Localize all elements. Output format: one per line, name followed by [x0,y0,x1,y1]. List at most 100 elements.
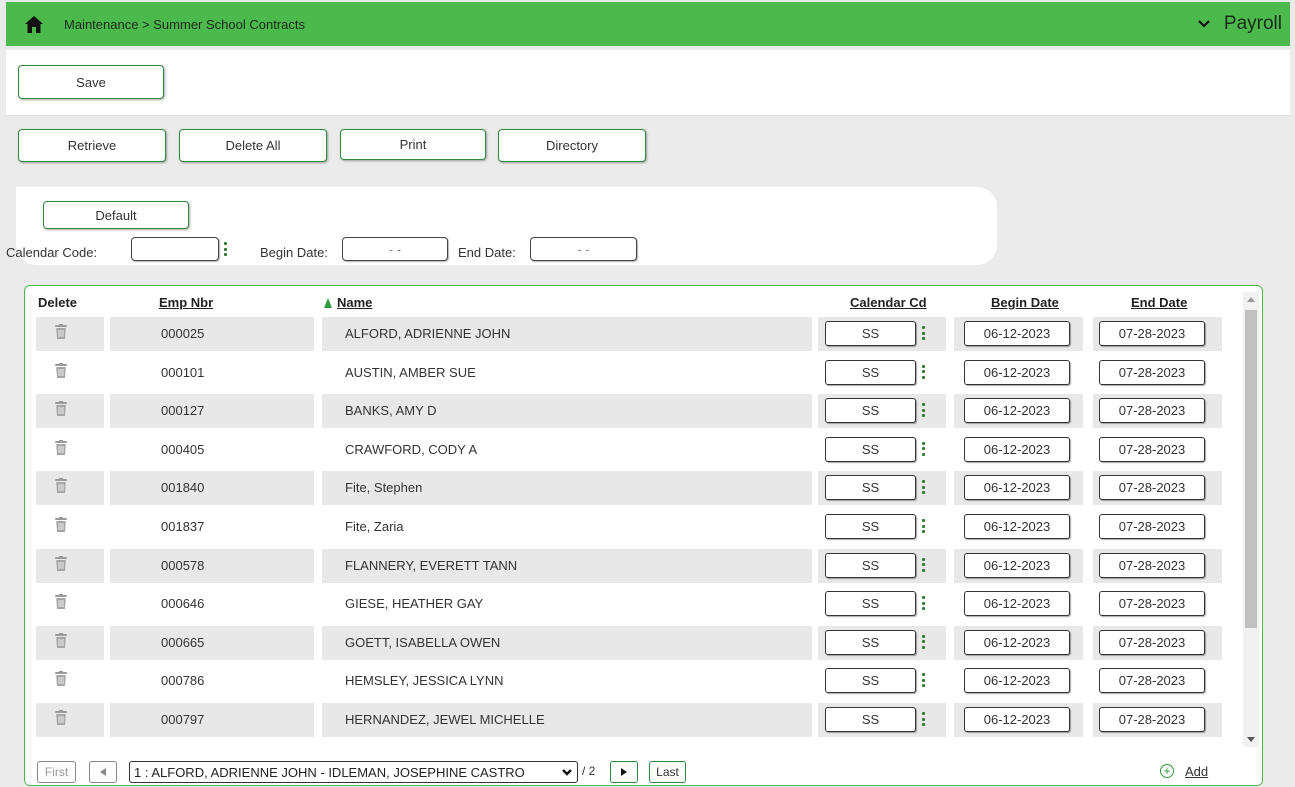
end-date-input[interactable]: 07-28-2023 [1099,475,1205,501]
save-button[interactable]: Save [18,65,164,99]
calendar-cd-lookup-icon[interactable] [922,403,926,418]
trash-icon[interactable] [55,594,67,610]
trash-icon[interactable] [55,632,67,648]
chevron-down-icon [561,766,573,781]
calendar-cd-input[interactable]: SS [825,475,916,501]
print-button[interactable]: Print [340,129,486,160]
trash-icon[interactable] [55,517,67,532]
cell-bg [36,664,104,699]
emp-nbr-cell: 000786 [161,673,205,689]
trash-icon[interactable] [55,362,67,378]
begin-date-input[interactable]: 06-12-2023 [964,514,1070,539]
calendar-cd-lookup-icon[interactable] [922,364,926,379]
calendar-cd-input[interactable]: SS [825,514,916,539]
begin-date-input[interactable]: - - [342,237,448,261]
end-date-input[interactable]: - - [530,237,637,261]
col-end-date[interactable]: End Date [1131,295,1187,310]
col-emp-nbr[interactable]: Emp Nbr [159,295,213,310]
begin-date-input[interactable]: 06-12-2023 [964,707,1070,732]
module-name[interactable]: Payroll [1224,13,1282,35]
scroll-down-icon[interactable] [1247,737,1255,742]
home-icon[interactable] [24,14,44,34]
begin-date-input[interactable]: 06-12-2023 [964,475,1070,501]
scrollbar-thumb[interactable] [1245,310,1257,628]
emp-nbr-cell: 000101 [161,364,205,380]
begin-date-input[interactable]: 06-12-2023 [964,629,1070,655]
chevron-down-icon[interactable] [1198,17,1212,31]
end-date-input[interactable]: 07-28-2023 [1099,321,1205,346]
calendar-cd-input[interactable]: SS [825,436,916,462]
calendar-cd-lookup-icon[interactable] [922,596,926,611]
calendar-cd-lookup-icon[interactable] [922,673,926,688]
end-date-input[interactable]: 07-28-2023 [1099,359,1205,385]
vertical-scrollbar[interactable] [1243,292,1259,747]
col-begin-date[interactable]: Begin Date [991,295,1059,310]
default-button[interactable]: Default [43,201,189,229]
directory-button[interactable]: Directory [498,129,646,162]
name-cell: BANKS, AMY D [345,403,437,419]
calendar-cd-lookup-icon[interactable] [922,480,926,495]
cell-bg [110,625,314,660]
calendar-code-lookup-icon[interactable] [224,242,228,256]
add-link[interactable]: Add [1185,764,1208,779]
end-date-input[interactable]: 07-28-2023 [1099,514,1205,539]
cell-bg [110,664,314,699]
calendar-cd-input[interactable]: SS [825,629,916,655]
trash-icon[interactable] [55,478,67,494]
trash-icon[interactable] [55,710,67,725]
calendar-cd-input[interactable]: SS [825,398,916,424]
last-page-button[interactable]: Last [649,761,686,783]
calendar-cd-input[interactable]: SS [825,668,916,694]
begin-date-input[interactable]: 06-12-2023 [964,591,1070,617]
calendar-code-input[interactable] [131,237,219,261]
trash-icon[interactable] [55,671,67,687]
begin-date-input[interactable]: 06-12-2023 [964,436,1070,462]
filter-panel: Default Calendar Code: Begin Date: - - E… [6,187,997,265]
emp-nbr-cell: 000797 [161,712,205,727]
calendar-cd-input[interactable]: SS [825,359,916,385]
cell-bg [110,317,314,351]
col-calendar-cd[interactable]: Calendar Cd [850,295,927,310]
begin-date-input[interactable]: 06-12-2023 [964,359,1070,385]
col-name[interactable]: Name [324,295,372,310]
calendar-cd-lookup-icon[interactable] [922,557,926,572]
trash-icon[interactable] [55,439,67,455]
calendar-cd-input[interactable]: SS [825,321,916,346]
next-page-button[interactable] [610,761,638,783]
prev-page-button[interactable] [89,761,117,783]
page-select[interactable]: 1 : ALFORD, ADRIENNE JOHN - IDLEMAN, JOS… [129,761,578,783]
end-date-input[interactable]: 07-28-2023 [1099,591,1205,617]
end-date-input[interactable]: 07-28-2023 [1099,398,1205,424]
add-icon[interactable]: + [1160,764,1174,778]
retrieve-button[interactable]: Retrieve [18,129,166,162]
first-page-button[interactable]: First [37,761,76,783]
calendar-cd-lookup-icon[interactable] [922,519,926,533]
begin-date-input[interactable]: 06-12-2023 [964,552,1070,578]
calendar-cd-input[interactable]: SS [825,552,916,578]
calendar-cd-input[interactable]: SS [825,707,916,732]
calendar-cd-lookup-icon[interactable] [922,441,926,456]
name-cell: ALFORD, ADRIENNE JOHN [345,326,511,341]
end-date-input[interactable]: 07-28-2023 [1099,707,1205,732]
sort-ascending-icon [324,298,332,308]
delete-all-button[interactable]: Delete All [179,129,327,162]
begin-date-input[interactable]: 06-12-2023 [964,398,1070,424]
scroll-up-icon[interactable] [1247,297,1255,302]
calendar-cd-lookup-icon[interactable] [922,326,926,340]
calendar-cd-input[interactable]: SS [825,591,916,617]
calendar-cd-lookup-icon[interactable] [922,712,926,726]
trash-icon[interactable] [55,555,67,571]
trash-icon[interactable] [55,324,67,339]
end-date-input[interactable]: 07-28-2023 [1099,629,1205,655]
begin-date-input[interactable]: 06-12-2023 [964,668,1070,694]
calendar-cd-lookup-icon[interactable] [922,634,926,649]
begin-date-input[interactable]: 06-12-2023 [964,321,1070,346]
emp-nbr-cell: 000578 [161,557,205,573]
end-date-input[interactable]: 07-28-2023 [1099,436,1205,462]
cell-bg [110,394,314,429]
end-date-input[interactable]: 07-28-2023 [1099,552,1205,578]
name-cell: Fite, Stephen [345,480,423,496]
trash-icon[interactable] [55,401,67,417]
table-row: 001840 Fite, Stephen SS 06-12-2023 07-28-202… [25,468,1235,506]
end-date-input[interactable]: 07-28-2023 [1099,668,1205,694]
